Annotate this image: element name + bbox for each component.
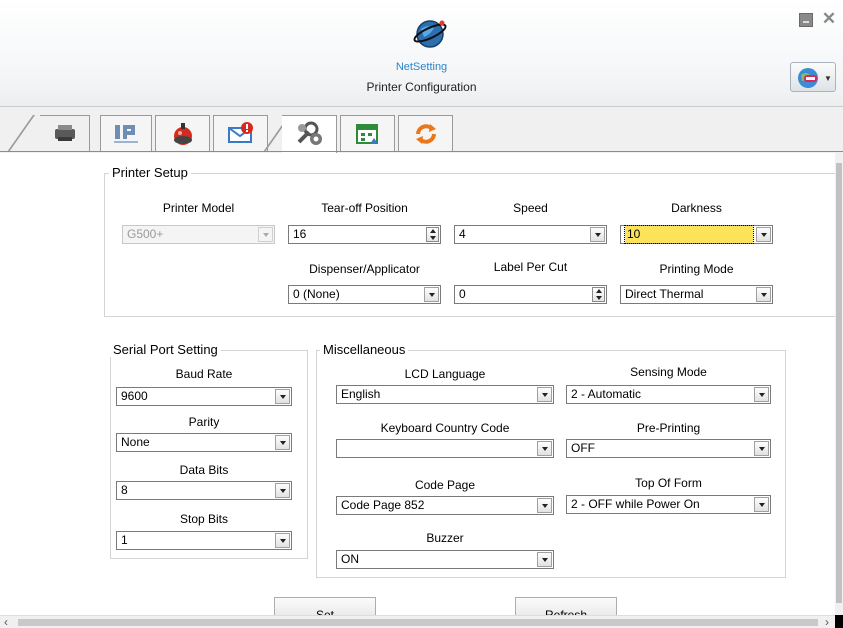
tab-alarm[interactable] bbox=[155, 115, 210, 152]
data-bits-label: Data Bits bbox=[179, 463, 229, 477]
horizontal-scrollbar[interactable]: ‹ › bbox=[0, 615, 843, 628]
brand-name: NetSetting bbox=[395, 61, 448, 73]
printing-mode-select[interactable]: Direct Thermal bbox=[620, 285, 773, 304]
tab-email-alert[interactable] bbox=[213, 115, 268, 152]
vertical-scroll-thumb[interactable] bbox=[836, 163, 842, 603]
alarm-bell-icon bbox=[173, 123, 192, 145]
speed-label: Speed bbox=[513, 201, 548, 215]
printing-mode-label: Printing Mode bbox=[659, 262, 734, 276]
label-per-cut-label: Label Per Cut bbox=[493, 260, 568, 274]
lcd-language-label: LCD Language bbox=[404, 367, 486, 381]
stepper-arrows-icon[interactable] bbox=[426, 227, 439, 242]
stop-bits-select[interactable]: 1 bbox=[116, 531, 292, 550]
parity-label: Parity bbox=[188, 415, 220, 429]
tab-refresh[interactable] bbox=[398, 115, 453, 152]
buzzer-label: Buzzer bbox=[426, 531, 464, 545]
printer-model-label: Printer Model bbox=[162, 201, 235, 215]
tear-off-position-label: Tear-off Position bbox=[321, 201, 408, 215]
baud-rate-label: Baud Rate bbox=[175, 367, 233, 381]
top-of-form-label: Top Of Form bbox=[635, 476, 702, 490]
horizontal-scroll-thumb[interactable] bbox=[18, 619, 818, 626]
page-title: Printer Configuration bbox=[366, 80, 477, 94]
dispenser-select[interactable]: 0 (None) bbox=[288, 285, 441, 304]
tab-rtc-clock[interactable] bbox=[340, 115, 395, 152]
buzzer-select[interactable]: ON bbox=[336, 550, 554, 569]
scrollbar-corner bbox=[835, 615, 843, 628]
parity-select[interactable]: None bbox=[116, 433, 292, 452]
top-of-form-select[interactable]: 2 - OFF while Power On bbox=[566, 495, 771, 514]
darkness-label: Darkness bbox=[671, 201, 722, 215]
data-bits-select[interactable]: 8 bbox=[116, 481, 292, 500]
tab-bar bbox=[0, 107, 843, 153]
tab-network[interactable] bbox=[100, 115, 152, 152]
chevron-down-icon: ▼ bbox=[824, 74, 832, 83]
serial-port-title: Serial Port Setting bbox=[110, 342, 221, 357]
scroll-left-icon[interactable]: ‹ bbox=[4, 615, 8, 628]
vertical-scrollbar[interactable] bbox=[835, 153, 843, 615]
settings-panel: Printer Setup Printer Model G500+ Tear-o… bbox=[0, 153, 843, 623]
tab-printer-settings[interactable] bbox=[282, 115, 337, 153]
tab-divider bbox=[7, 115, 35, 152]
code-page-select[interactable]: Code Page 852 bbox=[336, 496, 554, 515]
printer-model-select: G500+ bbox=[122, 225, 275, 244]
minimize-button[interactable] bbox=[799, 13, 813, 27]
scroll-right-icon[interactable]: › bbox=[825, 615, 829, 628]
keyboard-country-select[interactable] bbox=[336, 439, 554, 458]
printer-settings-icon bbox=[297, 121, 322, 145]
globe-language-icon bbox=[798, 68, 818, 88]
pre-printing-select[interactable]: OFF bbox=[566, 439, 771, 458]
rtc-clock-icon bbox=[355, 124, 378, 144]
pre-printing-label: Pre-Printing bbox=[636, 421, 701, 435]
email-alert-icon bbox=[227, 122, 253, 143]
netsetting-logo-icon bbox=[413, 20, 447, 48]
lcd-language-select[interactable]: English bbox=[336, 385, 554, 404]
refresh-icon bbox=[415, 124, 436, 144]
serial-port-group bbox=[110, 350, 308, 559]
stop-bits-label: Stop Bits bbox=[179, 512, 229, 526]
dispenser-label: Dispenser/Applicator bbox=[309, 262, 420, 276]
ip-network-icon bbox=[114, 125, 138, 143]
close-button[interactable]: ✕ bbox=[820, 10, 838, 28]
miscellaneous-title: Miscellaneous bbox=[320, 342, 409, 357]
speed-select[interactable]: 4 bbox=[454, 225, 607, 244]
printer-icon bbox=[54, 125, 75, 141]
printer-setup-title: Printer Setup bbox=[109, 165, 191, 180]
tab-printer[interactable] bbox=[40, 115, 90, 152]
keyboard-country-label: Keyboard Country Code bbox=[380, 421, 510, 435]
sensing-mode-label: Sensing Mode bbox=[630, 365, 707, 379]
language-button[interactable]: ▼ bbox=[790, 62, 836, 92]
stepper-arrows-icon[interactable] bbox=[592, 287, 605, 302]
sensing-mode-select[interactable]: 2 - Automatic bbox=[566, 385, 771, 404]
tear-off-position-stepper[interactable]: 16 bbox=[288, 225, 441, 244]
baud-rate-select[interactable]: 9600 bbox=[116, 387, 292, 406]
app-header: NetSetting Printer Configuration ✕ ▼ bbox=[0, 0, 843, 107]
code-page-label: Code Page bbox=[414, 478, 476, 492]
darkness-select[interactable]: 10 bbox=[620, 225, 773, 244]
label-per-cut-stepper[interactable]: 0 bbox=[454, 285, 607, 304]
tab-baseline bbox=[0, 151, 843, 152]
